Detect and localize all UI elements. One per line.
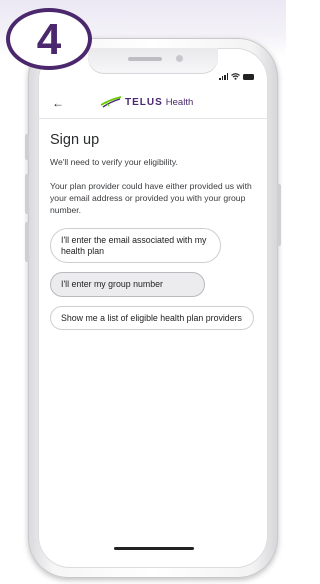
option-list-providers[interactable]: Show me a list of eligible health plan p… <box>50 305 254 330</box>
front-camera <box>176 55 183 62</box>
description-text: Your plan provider could have either pro… <box>50 181 252 215</box>
logo-brand-text: TELUS <box>125 96 163 108</box>
signup-content: Sign up We'll need to verify your eligib… <box>50 132 260 339</box>
option-enter-email[interactable]: I'll enter the email associated with my … <box>50 228 221 263</box>
canvas: ← TELUS Health Sign up We'll need to ver… <box>0 0 286 584</box>
phone-side-button <box>25 174 29 214</box>
telus-health-logo: TELUS Health <box>100 96 193 108</box>
signal-icon <box>219 73 228 80</box>
home-indicator[interactable] <box>114 547 194 550</box>
battery-icon <box>243 73 254 80</box>
phone-notch <box>88 48 218 74</box>
option-enter-group-number[interactable]: I'll enter my group number <box>50 272 205 297</box>
app-header: ← TELUS Health <box>38 88 268 119</box>
page-title: Sign up <box>50 132 100 148</box>
step-number: 4 <box>36 15 62 64</box>
telus-logo-mark <box>100 96 122 108</box>
phone-side-button <box>277 184 281 246</box>
step-badge: 4 <box>6 8 92 70</box>
phone-side-button <box>25 222 29 262</box>
wifi-icon <box>231 73 240 80</box>
phone-screen: ← TELUS Health Sign up We'll need to ver… <box>38 48 268 568</box>
phone-frame: ← TELUS Health Sign up We'll need to ver… <box>25 38 281 578</box>
phone-side-button <box>25 134 29 160</box>
intro-text: We'll need to verify your eligibility. <box>50 157 178 167</box>
speaker-grille <box>128 57 162 61</box>
logo-sub-text: Health <box>165 96 194 108</box>
status-bar <box>219 73 254 80</box>
back-arrow-icon[interactable]: ← <box>52 96 64 110</box>
